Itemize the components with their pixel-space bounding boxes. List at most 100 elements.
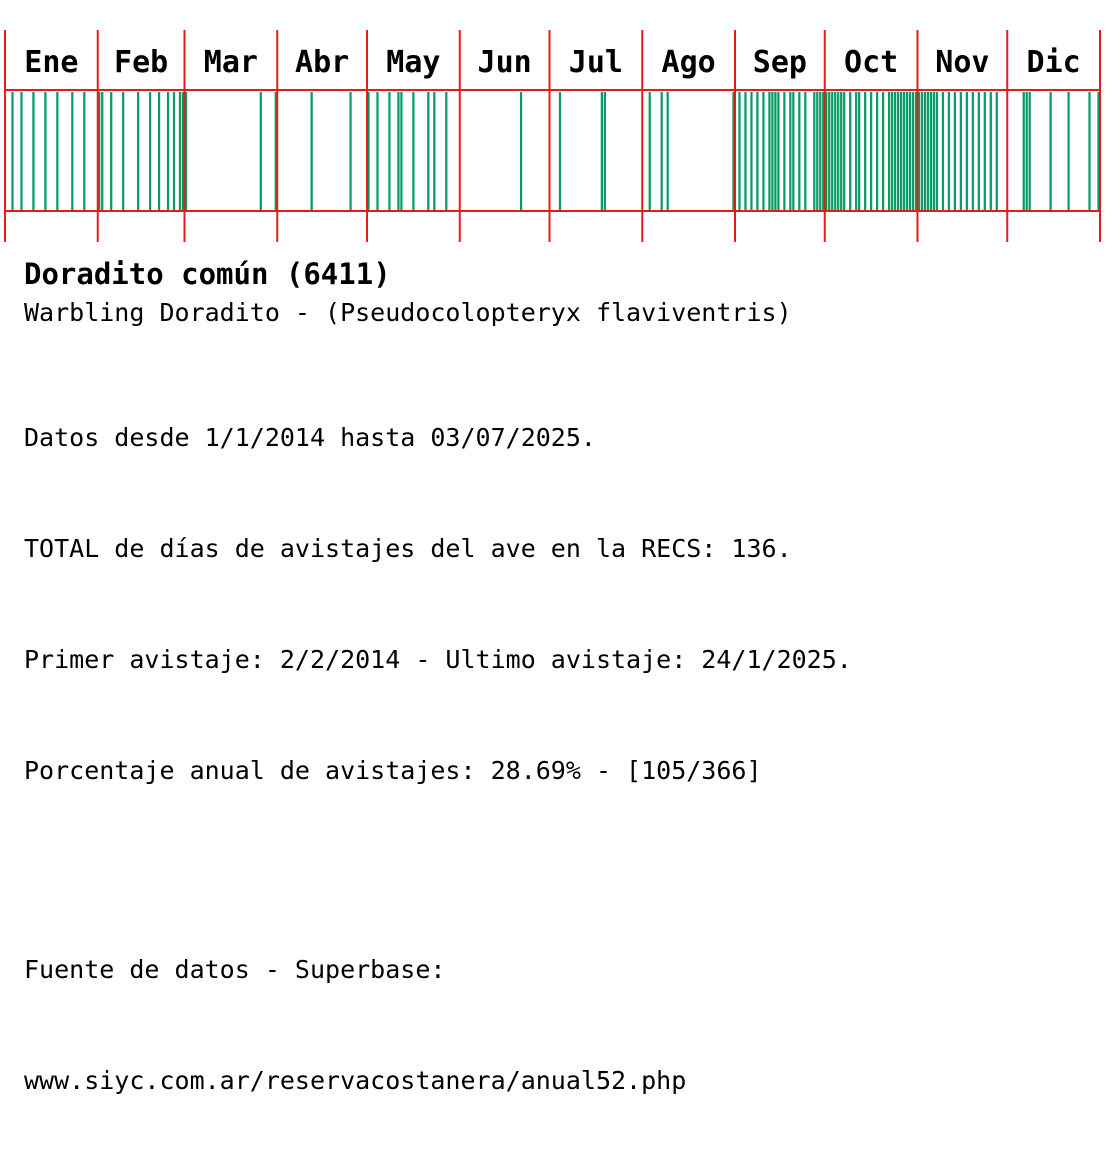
month-label-dic: Dic — [1027, 45, 1081, 80]
species-info: Doradito común (6411) Warbling Doradito … — [24, 256, 1104, 1173]
sighting-bar-92 — [959, 92, 963, 210]
stats-range: Datos desde 1/1/2014 hasta 03/07/2025. — [24, 423, 596, 452]
sighting-bar-99 — [1022, 92, 1025, 210]
sighting-bar-67 — [858, 92, 861, 210]
sighting-bar-47 — [774, 92, 777, 210]
sighting-bar-21 — [310, 92, 313, 210]
sighting-bar-12 — [148, 92, 152, 210]
month-label-feb: Feb — [114, 45, 168, 80]
sighting-bar-74 — [893, 92, 897, 210]
sighting-bar-80 — [911, 92, 915, 210]
sighting-bar-70 — [875, 92, 879, 210]
sighting-bar-98 — [995, 92, 998, 210]
source-label: Fuente de datos - Superbase: — [24, 955, 446, 984]
sighting-bar-76 — [899, 92, 903, 210]
sighting-bar-53 — [804, 92, 807, 210]
sighting-bar-0 — [11, 92, 14, 210]
month-label-jul: Jul — [569, 45, 623, 80]
sighting-bar-72 — [887, 92, 891, 210]
sighting-bar-26 — [397, 92, 400, 210]
sighting-bar-68 — [864, 92, 867, 210]
sighting-bar-29 — [427, 92, 430, 210]
stats-total: TOTAL de días de avistajes del ave en la… — [24, 534, 792, 563]
month-label-ago: Ago — [662, 45, 716, 80]
sighting-bar-22 — [349, 92, 352, 210]
sighting-bar-79 — [908, 92, 912, 210]
sighting-bar-33 — [558, 92, 562, 210]
sighting-bar-104 — [1088, 92, 1091, 210]
sighting-bar-9 — [110, 92, 113, 210]
sighting-bar-50 — [789, 92, 792, 210]
sighting-bar-44 — [762, 92, 765, 210]
sighting-bar-55 — [816, 92, 819, 210]
sighting-bar-100 — [1025, 92, 1028, 210]
sighting-bar-27 — [400, 92, 403, 210]
sighting-bar-88 — [935, 92, 939, 210]
stats-first-last: Primer avistaje: 2/2/2014 - Ultimo avist… — [24, 645, 852, 674]
sighting-bar-28 — [412, 92, 415, 210]
annual-sightings-chart: Ene Feb Mar Abr May Jun Jul Ago Sep Oct Nov Dic — [4, 30, 1101, 242]
sighting-bar-62 — [837, 92, 840, 210]
sighting-bar-73 — [890, 92, 894, 210]
month-label-nov: Nov — [935, 45, 989, 80]
sighting-bar-24 — [376, 92, 379, 210]
sighting-bar-38 — [666, 92, 669, 210]
sighting-bar-13 — [157, 92, 161, 210]
sighting-bar-5 — [71, 92, 74, 210]
sighting-bar-37 — [660, 92, 663, 210]
sighting-bar-54 — [813, 92, 816, 210]
sighting-bar-87 — [932, 92, 936, 210]
sighting-bar-83 — [920, 92, 924, 210]
sighting-bar-2 — [32, 92, 35, 210]
sighting-bar-6 — [83, 92, 86, 210]
sighting-bar-48 — [777, 92, 780, 210]
sighting-bar-1 — [20, 92, 23, 210]
month-label-jun: Jun — [478, 45, 532, 80]
sighting-bar-91 — [953, 92, 957, 210]
sighting-bar-32 — [519, 92, 523, 210]
sighting-bar-66 — [855, 92, 858, 210]
month-label-may: May — [386, 45, 440, 80]
sighting-bar-60 — [831, 92, 834, 210]
sighting-bar-59 — [828, 92, 831, 210]
sighting-bar-56 — [819, 92, 822, 210]
sighting-bar-95 — [977, 92, 980, 210]
sighting-bars — [11, 92, 1100, 210]
sighting-bar-36 — [648, 92, 651, 210]
sighting-bar-49 — [783, 92, 786, 210]
sighting-bar-31 — [445, 92, 448, 210]
month-labels: Ene Feb Mar Abr May Jun Jul Ago Sep Oct Nov Dic — [24, 45, 1080, 80]
sighting-bar-43 — [756, 92, 759, 210]
stats-block: Datos desde 1/1/2014 hasta 03/07/2025. T… — [24, 345, 1104, 863]
sighting-bar-3 — [44, 92, 47, 210]
sighting-bar-86 — [929, 92, 933, 210]
stats-percentage: Porcentaje anual de avistajes: 28.69% - … — [24, 756, 762, 785]
sighting-bar-4 — [56, 92, 59, 210]
source-url: www.siyc.com.ar/reservacostanera/anual52… — [24, 1066, 687, 1095]
sighting-bar-97 — [989, 92, 992, 210]
sighting-bar-16 — [178, 92, 182, 210]
sighting-bar-35 — [603, 92, 606, 210]
sighting-bar-69 — [869, 92, 873, 210]
sighting-bar-42 — [750, 92, 753, 210]
sighting-bar-61 — [834, 92, 837, 210]
sighting-bar-41 — [744, 92, 747, 210]
sighting-bar-34 — [600, 92, 603, 210]
sighting-bar-93 — [965, 92, 968, 210]
month-label-mar: Mar — [204, 45, 258, 80]
sighting-bar-40 — [738, 92, 741, 210]
sighting-bar-19 — [259, 92, 262, 210]
sighting-bar-45 — [768, 92, 771, 210]
sighting-bar-8 — [101, 92, 104, 210]
month-label-sep: Sep — [753, 45, 807, 80]
sighting-bar-78 — [905, 92, 909, 210]
sighting-bar-84 — [923, 92, 927, 210]
sighting-bar-65 — [849, 92, 852, 210]
sighting-bar-25 — [388, 92, 391, 210]
sighting-bar-11 — [137, 92, 140, 210]
sighting-bar-10 — [122, 92, 125, 210]
sighting-bar-63 — [840, 92, 843, 210]
sighting-bar-30 — [433, 92, 436, 210]
month-label-abr: Abr — [295, 45, 349, 80]
month-label-oct: Oct — [844, 45, 898, 80]
